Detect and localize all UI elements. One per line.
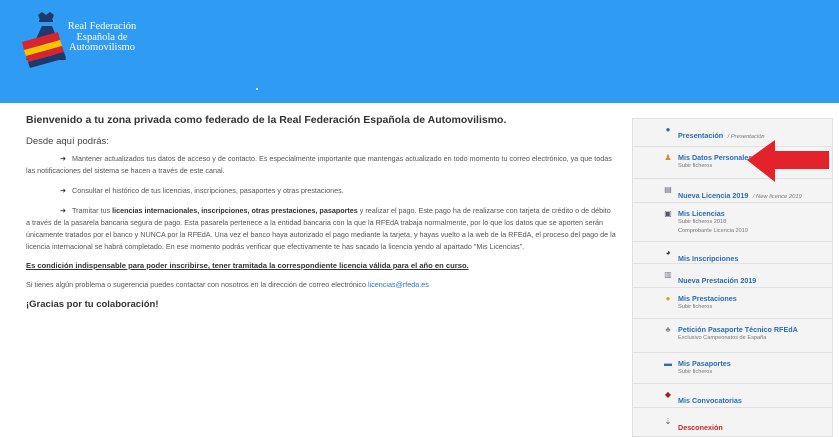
bullet-history: ➜ Consultar el histórico de tus licencias…	[60, 186, 344, 195]
sidebar-item-mis-prestaciones[interactable]: ● Mis Prestaciones Subir ficheros	[633, 288, 832, 319]
email-link[interactable]: licencias@rfeda.es	[368, 280, 429, 289]
bullet-process: ➜ Tramitar tus licencias internacionales,…	[26, 206, 616, 251]
condition-notice: Es condición indispensable para poder in…	[26, 261, 469, 270]
main-content: Bienvenido a tu zona privada como federa…	[26, 114, 616, 310]
sidebar-item-pasaporte-tecnico[interactable]: ♣ Petición Pasaporte Técnico RFEdA Exclu…	[633, 319, 832, 353]
license-icon: ▣	[664, 209, 672, 218]
list-icon: ▥	[664, 270, 672, 279]
arrow-right-icon: ➜	[60, 186, 67, 195]
sidebar-item-mis-pasaportes[interactable]: ▬ Mis Pasaportes Subir ficheros	[633, 353, 832, 384]
logout-icon: ⇣	[664, 417, 672, 426]
sidebar-item-nueva-prestacion[interactable]: ▥ Nueva Prestación 2019	[633, 264, 832, 288]
coin-icon: ●	[665, 294, 671, 303]
calendar-icon: ◆	[664, 390, 672, 399]
sidebar-item-desconexion[interactable]: ⇣ Desconexión	[633, 408, 832, 437]
user-icon: ♟	[664, 153, 672, 162]
bullet-contact-data: ➜ Mantener actualizados tus datos de acce…	[26, 154, 612, 175]
header-banner: Real Federación Española de Automovilism…	[0, 0, 839, 103]
sidebar-item-mis-licencias[interactable]: ▣ Mis Licencias Subir ficheros 2018 Comp…	[633, 203, 832, 242]
sidebar-item-mis-convocatorias[interactable]: ◆ Mis Convocatorias	[633, 384, 832, 408]
header-dot	[256, 88, 258, 90]
thanks-text: ¡Gracias por tu colaboración!	[26, 299, 159, 310]
lead-text: Desde aquí podrás:	[26, 136, 109, 147]
red-pointer-arrow-icon	[747, 140, 829, 182]
logo-text: Real Federación Española de Automovilism…	[67, 21, 137, 53]
passport-icon: ♣	[665, 325, 671, 334]
arrow-right-icon: ➜	[60, 154, 67, 163]
contact-text: Si tienes algún problema o sugerencia pu…	[26, 280, 429, 289]
sidebar-item-mis-inscripciones[interactable]: ◕ Mis Inscripciones	[633, 242, 832, 264]
welcome-title: Bienvenido a tu zona privada como federa…	[26, 114, 507, 126]
arrow-right-icon: ➜	[60, 206, 67, 215]
card-icon: ▤	[664, 185, 672, 194]
info-icon: ●	[665, 125, 671, 134]
helmet-icon: ◕	[665, 248, 671, 257]
car-icon: ▬	[664, 359, 672, 368]
